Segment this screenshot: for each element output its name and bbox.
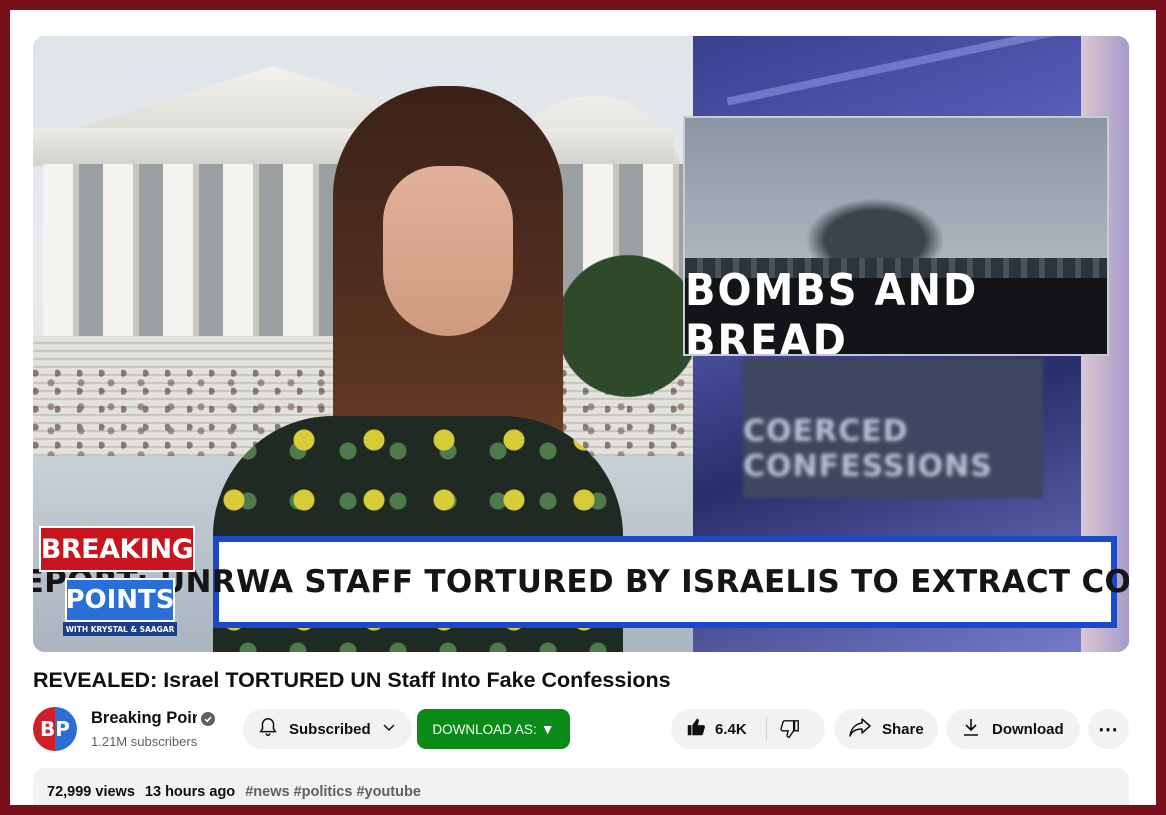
- chevron-down-icon: [381, 719, 397, 739]
- subscriber-count: 1.21M subscribers: [91, 734, 198, 749]
- logo-breaking-box: BREAKING: [39, 526, 195, 572]
- blurred-graphic-card: COERCED CONFESSIONS: [743, 358, 1043, 498]
- hashtag-link[interactable]: #youtube: [356, 784, 420, 800]
- upload-time: 13 hours ago: [144, 784, 236, 800]
- subscribed-button[interactable]: Subscribed: [243, 709, 412, 749]
- lower-third-banner: REPORT: UNRWA STAFF TORTURED BY ISRAELIS…: [33, 536, 1129, 628]
- download-label: Download: [992, 720, 1064, 738]
- download-icon: [962, 717, 980, 741]
- logo-points-text: POINTS: [65, 585, 175, 615]
- thumbs-down-icon[interactable]: [779, 718, 801, 744]
- like-dislike-group: 6.4K: [671, 709, 825, 749]
- hashtag-link[interactable]: #politics: [294, 784, 353, 800]
- download-as-label: DOWNLOAD AS:: [432, 721, 537, 737]
- thumbs-up-icon[interactable]: [685, 716, 707, 742]
- verified-icon: [201, 712, 215, 726]
- video-player[interactable]: BOMBS AND BREAD COERCED CONFESSIONS REPO…: [33, 36, 1129, 652]
- description-box[interactable]: 72,999 views 13 hours ago #news #politic…: [33, 768, 1129, 805]
- share-label: Share: [882, 720, 924, 738]
- description-meta: 72,999 views 13 hours ago #news #politic…: [47, 784, 421, 800]
- news-graphic-card: BOMBS AND BREAD: [683, 116, 1109, 356]
- avatar-text: BP: [40, 717, 70, 741]
- channel-avatar[interactable]: BP: [33, 707, 77, 751]
- bell-icon: [257, 716, 279, 742]
- blurred-headline: COERCED CONFESSIONS: [743, 414, 993, 484]
- logo-subtitle-box: WITH KRYSTAL & SAAGAR: [63, 622, 177, 636]
- news-card-headline: BOMBS AND BREAD: [685, 265, 979, 356]
- logo-points-box: POINTS: [65, 578, 175, 622]
- download-as-button[interactable]: DOWNLOAD AS: ▼: [417, 709, 570, 749]
- view-count: 72,999 views: [47, 784, 135, 800]
- share-icon: [848, 716, 872, 742]
- like-divider: [766, 717, 767, 741]
- more-actions-button[interactable]: ⋯: [1088, 709, 1129, 749]
- like-count[interactable]: 6.4K: [715, 721, 747, 738]
- trees: [553, 236, 703, 416]
- youtube-watch-page: BOMBS AND BREAD COERCED CONFESSIONS REPO…: [10, 10, 1156, 805]
- video-title: REVEALED: Israel TORTURED UN Staff Into …: [33, 668, 671, 692]
- download-button[interactable]: Download: [946, 709, 1080, 749]
- logo-breaking-text: BREAKING: [40, 533, 194, 565]
- lower-third-inner: REPORT: UNRWA STAFF TORTURED BY ISRAELIS…: [33, 542, 1129, 622]
- anchor-face: [383, 166, 513, 336]
- channel-row: BP Breaking Points 1.21M subscribers Sub…: [33, 705, 1129, 753]
- show-logo: BREAKING POINTS WITH KRYSTAL & SAAGAR: [39, 526, 199, 638]
- subscribed-label: Subscribed: [289, 720, 371, 738]
- hashtag-link[interactable]: #news: [245, 784, 289, 800]
- channel-name[interactable]: Breaking Points: [91, 709, 197, 728]
- more-horizontal-icon: ⋯: [1098, 718, 1119, 741]
- share-button[interactable]: Share: [834, 709, 938, 749]
- logo-subtitle-text: WITH KRYSTAL & SAAGAR: [65, 624, 175, 634]
- dropdown-arrow-icon: ▼: [540, 721, 555, 737]
- news-card-banner: BOMBS AND BREAD: [685, 265, 1107, 354]
